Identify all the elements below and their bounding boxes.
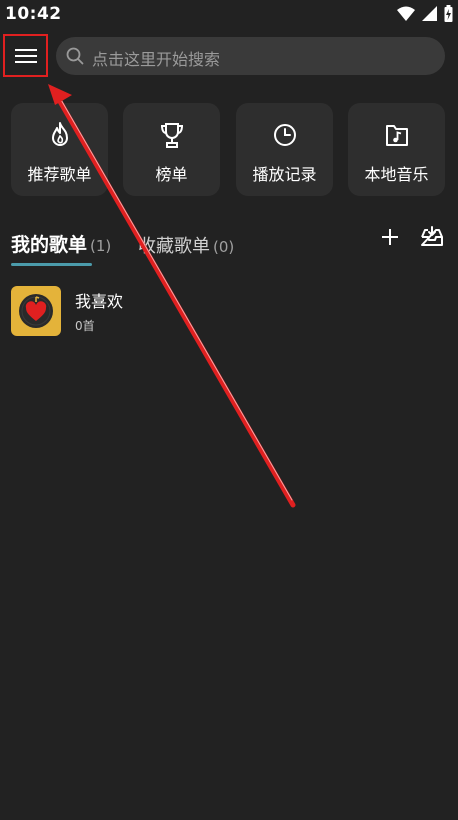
playlist-title: 我喜欢 xyxy=(75,292,124,311)
playlist-count: 0首 xyxy=(75,319,95,333)
status-time: 10:42 xyxy=(5,4,62,24)
plus-icon[interactable] xyxy=(380,227,400,247)
menu-button[interactable] xyxy=(3,34,48,77)
quick-label: 本地音乐 xyxy=(364,165,429,184)
music-folder-icon xyxy=(385,125,408,146)
search-icon xyxy=(66,47,84,65)
search-placeholder: 点击这里开始搜索 xyxy=(92,50,221,69)
quick-local-music[interactable]: 本地音乐 xyxy=(348,103,445,196)
status-bar: 10:42 xyxy=(0,0,458,30)
list-item[interactable]: 我喜欢 0首 xyxy=(11,286,451,336)
quick-label: 播放记录 xyxy=(252,165,317,184)
status-icons xyxy=(397,5,453,22)
hamburger-menu-icon xyxy=(14,48,37,63)
quick-recommended-playlists[interactable]: 推荐歌单 xyxy=(11,103,108,196)
wifi-icon xyxy=(397,6,415,21)
quick-label: 榜单 xyxy=(155,165,188,184)
signal-icon xyxy=(422,6,437,21)
battery-charging-icon xyxy=(444,5,453,22)
tab-label: 我的歌单 xyxy=(11,234,88,256)
tab-count: (0) xyxy=(213,238,235,256)
playlist-cover xyxy=(11,286,61,336)
tab-label: 收藏歌单 xyxy=(138,236,210,257)
tab-actions xyxy=(380,226,444,248)
tab-my-playlists[interactable]: 我的歌单 (1) xyxy=(11,230,111,257)
clock-icon xyxy=(273,124,296,146)
tab-indicator xyxy=(11,263,92,266)
import-tray-icon[interactable] xyxy=(420,226,444,248)
search-bar[interactable]: 点击这里开始搜索 xyxy=(56,37,445,75)
tab-count: (1) xyxy=(90,237,112,255)
quick-charts[interactable]: 榜单 xyxy=(123,103,220,196)
heart-record-icon xyxy=(19,294,53,328)
quick-play-history[interactable]: 播放记录 xyxy=(236,103,333,196)
tab-favorite-playlists[interactable]: 收藏歌单 (0) xyxy=(138,232,234,258)
flame-icon xyxy=(51,122,68,146)
playlist-tabs: 我的歌单 (1) 收藏歌单 (0) xyxy=(11,228,311,268)
trophy-icon xyxy=(160,123,183,148)
quick-label: 推荐歌单 xyxy=(27,165,92,184)
